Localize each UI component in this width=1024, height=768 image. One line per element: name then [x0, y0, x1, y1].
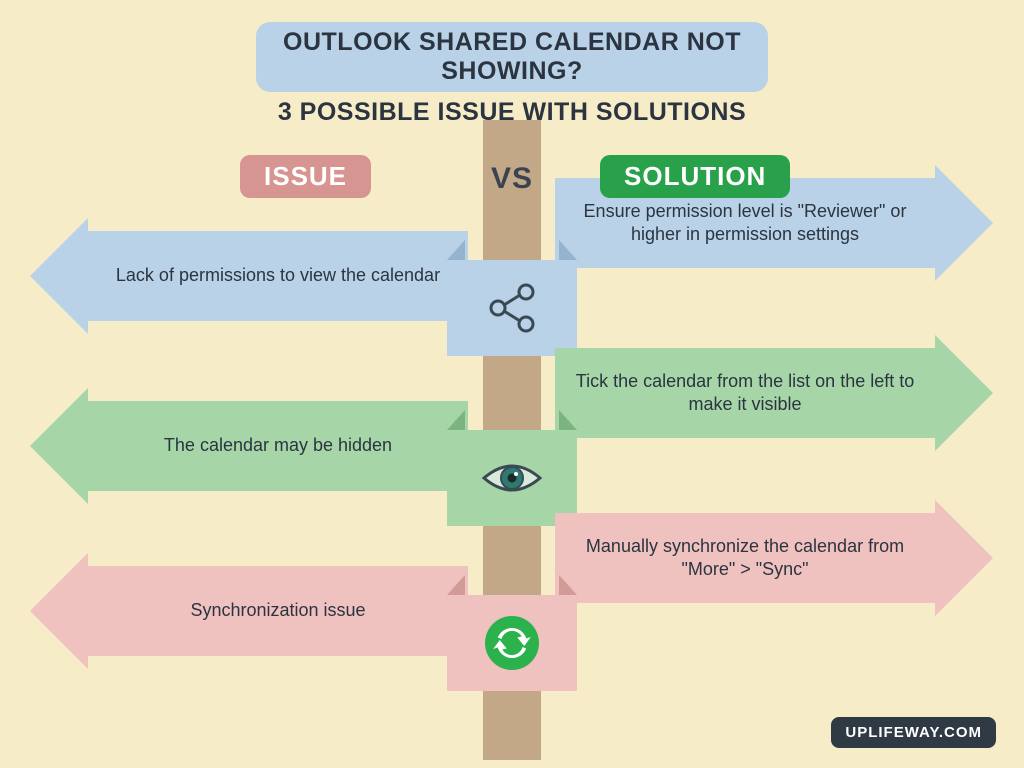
solution-arrow: Manually synchronize the calendar from "… [555, 513, 935, 603]
issue-arrow: Lack of permissions to view the calendar [88, 231, 468, 321]
row-icon-box [447, 260, 577, 356]
solution-text: Ensure permission level is "Reviewer" or… [575, 200, 915, 247]
comparison-row: Ensure permission level is "Reviewer" or… [0, 225, 1024, 345]
header: OUTLOOK SHARED CALENDAR NOT SHOWING? 3 P… [256, 22, 768, 127]
row-icon-box [447, 595, 577, 691]
sync-icon [483, 614, 541, 672]
eye-icon [480, 458, 544, 498]
issue-text: Lack of permissions to view the calendar [116, 264, 440, 287]
vs-label: VS [491, 162, 533, 196]
solution-text: Tick the calendar from the list on the l… [575, 370, 915, 417]
issue-text: The calendar may be hidden [164, 434, 392, 457]
watermark: UPLIFEWAY.COM [831, 717, 996, 748]
issue-arrow: Synchronization issue [88, 566, 468, 656]
page-title: OUTLOOK SHARED CALENDAR NOT SHOWING? [256, 22, 768, 92]
issue-column-label: ISSUE [240, 155, 371, 198]
row-icon-box [447, 430, 577, 526]
solution-arrow: Tick the calendar from the list on the l… [555, 348, 935, 438]
share-icon [482, 278, 542, 338]
comparison-row: Manually synchronize the calendar from "… [0, 560, 1024, 680]
issue-arrow: The calendar may be hidden [88, 401, 468, 491]
page-subtitle: 3 POSSIBLE ISSUE WITH SOLUTIONS [256, 98, 768, 127]
issue-text: Synchronization issue [190, 599, 365, 622]
solution-column-label: SOLUTION [600, 155, 790, 198]
comparison-row: Tick the calendar from the list on the l… [0, 395, 1024, 515]
solution-text: Manually synchronize the calendar from "… [575, 535, 915, 582]
